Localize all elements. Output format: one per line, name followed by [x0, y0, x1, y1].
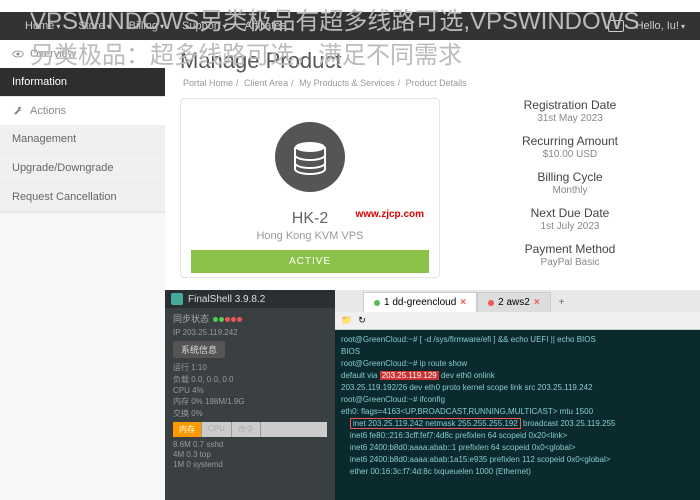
user-greeting[interactable]: Hello, Iu! — [636, 20, 685, 32]
status-badge: ACTIVE — [191, 250, 429, 273]
system-info-button[interactable]: 系统信息 — [173, 341, 225, 358]
database-icon — [275, 122, 345, 192]
sync-label: 同步状态 — [173, 312, 209, 325]
history-icon[interactable]: ↻ — [358, 315, 366, 326]
cpu-usage: CPU 4% — [173, 386, 327, 395]
sidebar: Overview Information Actions Management … — [0, 40, 165, 500]
swap-usage: 交换 0% — [173, 408, 327, 419]
terminal-tabs: 1 dd-greencloud× 2 aws2× + — [335, 290, 700, 312]
gateway-highlight: 203.25.119.129 — [380, 371, 439, 380]
amount-value: $10.00 USD — [455, 149, 685, 160]
proc-row: 1M 0 systemd — [173, 460, 327, 469]
mem-usage: 内存 0% 198M/1.9G — [173, 396, 327, 407]
payment-label: Payment Method — [455, 242, 685, 256]
sidebar-cancel[interactable]: Request Cancellation — [0, 183, 165, 212]
crumb-client[interactable]: Client Area — [244, 78, 288, 88]
terminal-tab-2[interactable]: 2 aws2× — [477, 292, 551, 312]
sidebar-information[interactable]: Information — [0, 68, 165, 96]
proc-row: 4M 0.3 top — [173, 450, 327, 459]
crumb-current: Product Details — [406, 78, 467, 88]
app-icon — [171, 293, 183, 305]
terminal-app-title: FinalShell 3.9.8.2 — [165, 290, 335, 308]
uptime: 运行 1:10 — [173, 362, 327, 373]
nav-store[interactable]: Store — [78, 20, 110, 32]
close-icon[interactable]: × — [534, 297, 540, 308]
proc-row: 8.6M 0.7 sshd — [173, 440, 327, 449]
terminal-panel: FinalShell 3.9.8.2 同步状态 IP 203.25.119.24… — [165, 290, 700, 500]
terminal-sidebar: FinalShell 3.9.8.2 同步状态 IP 203.25.119.24… — [165, 290, 335, 500]
crumb-products[interactable]: My Products & Services — [299, 78, 395, 88]
add-tab-button[interactable]: + — [551, 293, 573, 312]
process-tabs[interactable]: 内存CPU命令 — [173, 422, 327, 437]
nav-billing[interactable]: Billing — [129, 20, 164, 32]
crumb-home[interactable]: Portal Home — [183, 78, 233, 88]
nav-home[interactable]: Home — [25, 20, 60, 32]
folder-icon[interactable]: 📁 — [341, 315, 352, 326]
watermark: www.zjcp.com — [355, 209, 424, 220]
load-avg: 负载 0.0, 0.0, 0.0 — [173, 374, 327, 385]
cycle-label: Billing Cycle — [455, 170, 685, 184]
page-title: Manage Product — [180, 48, 685, 74]
sidebar-actions-header[interactable]: Actions — [0, 97, 165, 125]
inet-highlight: inet 203.25.119.242 netmask 255.255.255.… — [350, 418, 521, 429]
sidebar-overview-header[interactable]: Overview — [0, 40, 165, 68]
product-card: www.zjcp.com HK-2 Hong Kong KVM VPS ACTI… — [180, 98, 440, 278]
payment-value: PayPal Basic — [455, 257, 685, 268]
reg-date-value: 31st May 2023 — [455, 113, 685, 124]
due-label: Next Due Date — [455, 206, 685, 220]
eye-icon — [12, 48, 24, 60]
top-nav: Home Store Billing Support Affiliates He… — [0, 12, 700, 40]
cycle-value: Monthly — [455, 185, 685, 196]
terminal-toolbar: 📁 ↻ — [335, 312, 700, 330]
reg-date-label: Registration Date — [455, 98, 685, 112]
sidebar-management[interactable]: Management — [0, 125, 165, 154]
ip-address: IP 203.25.119.242 — [173, 328, 327, 337]
due-value: 1st July 2023 — [455, 221, 685, 232]
info-panel: Registration Date31st May 2023 Recurring… — [455, 98, 685, 278]
cart-icon[interactable] — [608, 20, 624, 32]
terminal-tab-1[interactable]: 1 dd-greencloud× — [363, 292, 477, 312]
breadcrumb: Portal Home/ Client Area/ My Products & … — [180, 78, 685, 88]
close-icon[interactable]: × — [460, 297, 466, 308]
product-description: Hong Kong KVM VPS — [191, 230, 429, 242]
amount-label: Recurring Amount — [455, 134, 685, 148]
terminal-output[interactable]: root@GreenCloud:~# [ -d /sys/firmware/ef… — [335, 330, 700, 500]
nav-support[interactable]: Support — [182, 20, 227, 32]
nav-affiliates[interactable]: Affiliates — [245, 20, 286, 32]
wrench-icon — [12, 105, 24, 117]
sidebar-upgrade[interactable]: Upgrade/Downgrade — [0, 154, 165, 183]
